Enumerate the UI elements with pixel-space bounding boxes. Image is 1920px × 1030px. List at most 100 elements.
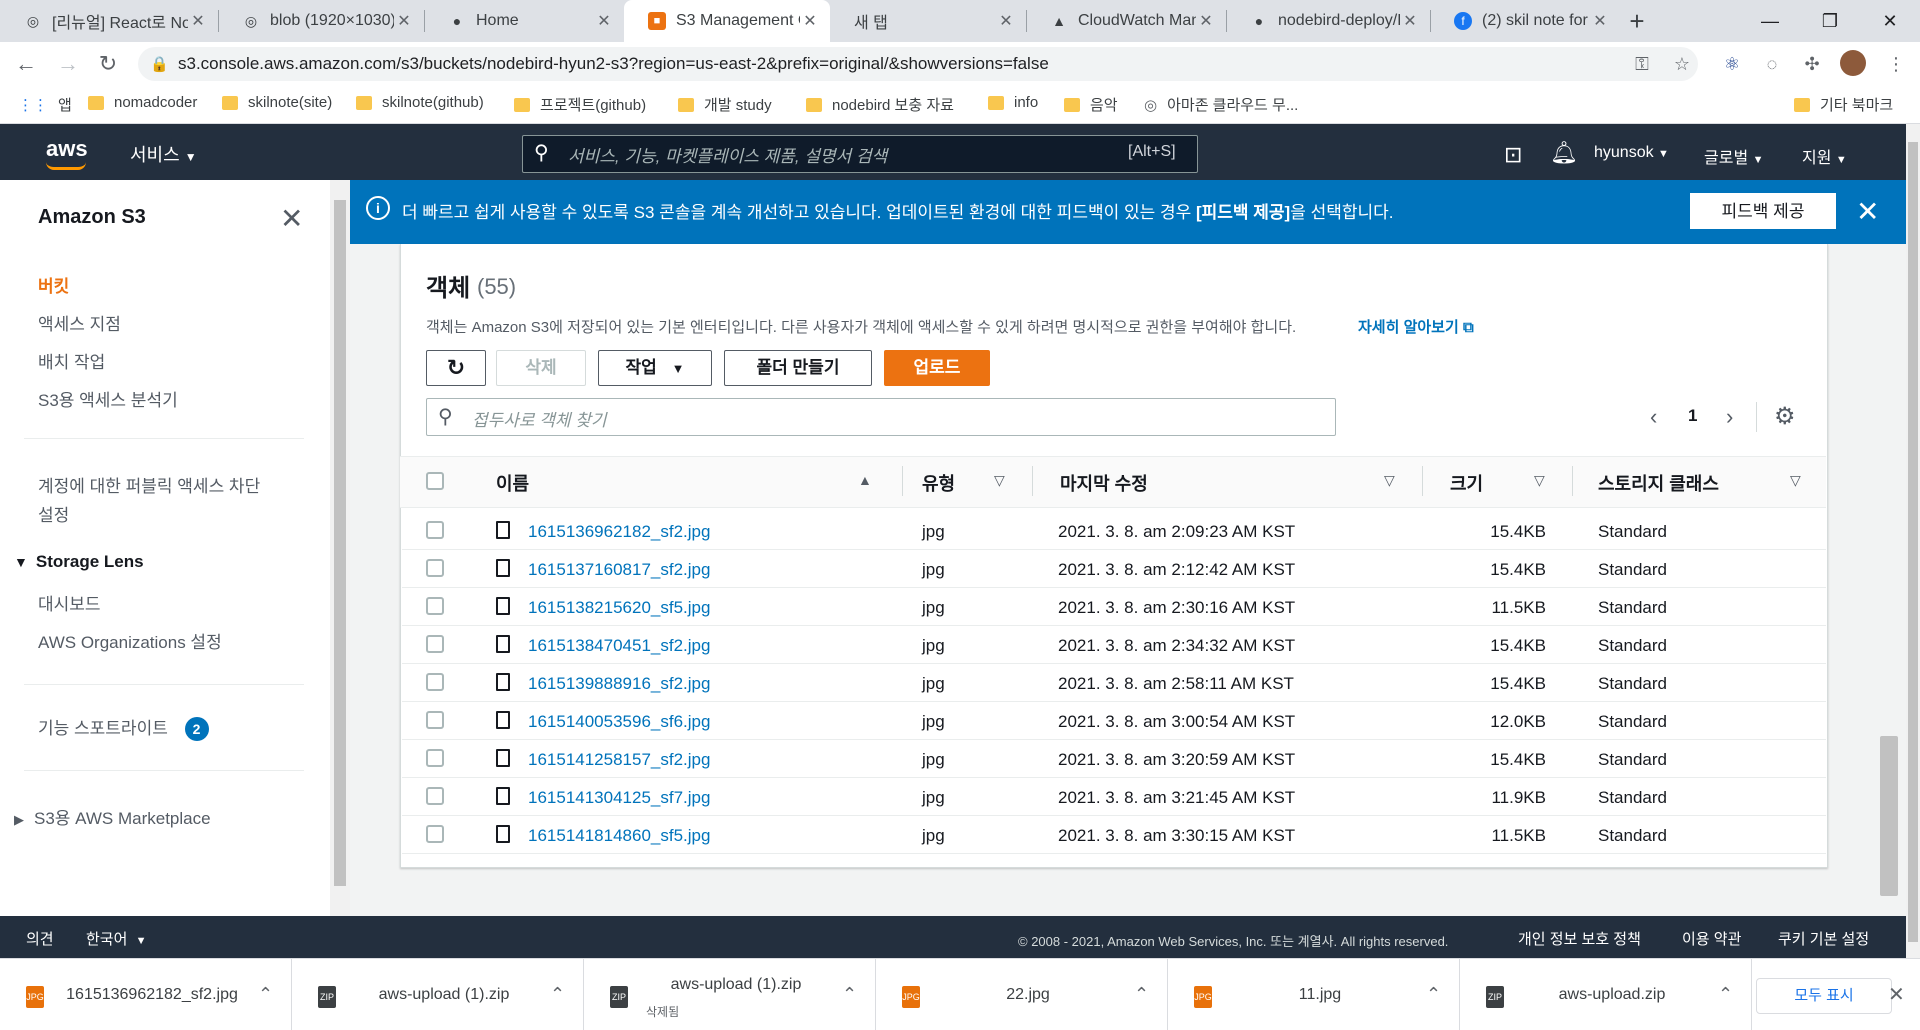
- object-name-link[interactable]: 1615137160817_sf2.jpg: [528, 560, 710, 580]
- privacy-link[interactable]: 개인 정보 보호 정책: [1518, 928, 1641, 949]
- sidebar-item-marketplace[interactable]: ▶ S3용 AWS Marketplace: [14, 804, 211, 829]
- gear-icon[interactable]: ⚙: [1774, 402, 1796, 431]
- object-name-link[interactable]: 1615141258157_sf2.jpg: [528, 750, 710, 770]
- window-close-button[interactable]: ✕: [1860, 0, 1920, 42]
- actions-button[interactable]: 작업 ▼: [598, 350, 712, 386]
- sidebar-item-dashboards[interactable]: 대시보드: [38, 590, 101, 615]
- row-checkbox[interactable]: [426, 559, 444, 577]
- region-menu[interactable]: 글로벌 ▼: [1704, 144, 1764, 168]
- sort-icon[interactable]: ▽: [1534, 472, 1545, 489]
- close-icon[interactable]: ✕: [188, 11, 208, 31]
- browser-tab-3[interactable]: ● Home ✕: [424, 0, 624, 42]
- chevron-left-icon[interactable]: ‹: [1650, 404, 1657, 430]
- sidebar-item-aws-organizations[interactable]: AWS Organizations 설정: [38, 628, 222, 653]
- browser-tab-8[interactable]: f (2) skil note for react ✕: [1430, 0, 1620, 42]
- support-menu[interactable]: 지원 ▼: [1802, 144, 1847, 168]
- object-name-link[interactable]: 1615140053596_sf6.jpg: [528, 712, 710, 732]
- extension-icon[interactable]: ◌: [1758, 50, 1786, 78]
- object-name-link[interactable]: 1615141304125_sf7.jpg: [528, 788, 710, 808]
- feedback-link[interactable]: 의견: [26, 928, 54, 949]
- chevron-up-icon[interactable]: ⌃: [1134, 984, 1149, 1005]
- new-tab-button[interactable]: +: [1622, 6, 1652, 36]
- row-checkbox[interactable]: [426, 635, 444, 653]
- provide-feedback-button[interactable]: 피드백 제공: [1690, 193, 1836, 229]
- row-checkbox[interactable]: [426, 711, 444, 729]
- object-name-link[interactable]: 1615138215620_sf5.jpg: [528, 598, 710, 618]
- bookmark-link[interactable]: ◎ 아마존 클라우드 무...: [1144, 94, 1298, 115]
- column-type[interactable]: 유형: [922, 470, 955, 496]
- close-icon[interactable]: ✕: [1196, 11, 1216, 31]
- row-checkbox[interactable]: [426, 597, 444, 615]
- browser-tab-5[interactable]: 새 탭 ✕: [830, 0, 1026, 42]
- bell-icon[interactable]: 🔔︎: [1550, 140, 1578, 166]
- sort-icon[interactable]: ▽: [1790, 472, 1801, 489]
- bookmark-folder[interactable]: nomadcoder: [88, 94, 197, 111]
- row-checkbox[interactable]: [426, 825, 444, 843]
- delete-button[interactable]: 삭제: [496, 350, 586, 386]
- column-last-modified[interactable]: 마지막 수정: [1060, 470, 1148, 496]
- upload-button[interactable]: 업로드: [884, 350, 990, 386]
- sidebar-section-storage-lens[interactable]: ▼ Storage Lens: [14, 552, 144, 572]
- close-icon[interactable]: ✕: [594, 11, 614, 31]
- services-menu[interactable]: 서비스 ▼: [130, 141, 197, 167]
- sort-icon[interactable]: ▽: [994, 472, 1005, 489]
- bookmark-apps[interactable]: ⋮⋮ 앱: [18, 94, 72, 115]
- sidebar-item-access-analyzer[interactable]: S3용 액세스 분석기: [38, 386, 178, 411]
- forward-arrow-icon[interactable]: →: [54, 50, 82, 78]
- close-icon[interactable]: ✕: [1856, 195, 1879, 228]
- bookmark-folder[interactable]: skilnote(github): [356, 94, 484, 111]
- sidebar-item-access-points[interactable]: 액세스 지점: [38, 310, 121, 335]
- bookmark-folder[interactable]: info: [988, 94, 1038, 111]
- page-scrollbar-thumb[interactable]: [1908, 142, 1918, 942]
- browser-tab-7[interactable]: ● nodebird-deploy/ReactNodeBird ✕: [1226, 0, 1430, 42]
- row-checkbox[interactable]: [426, 749, 444, 767]
- menu-dots-icon[interactable]: ⋮: [1882, 50, 1910, 78]
- profile-avatar[interactable]: [1840, 50, 1866, 76]
- object-name-link[interactable]: 1615141814860_sf5.jpg: [528, 826, 710, 846]
- close-icon[interactable]: ✕: [394, 11, 414, 31]
- close-icon[interactable]: ✕: [996, 11, 1016, 31]
- sidebar-item-block-public-access[interactable]: 계정에 대한 퍼블릭 액세스 차단 설정: [38, 472, 260, 526]
- chevron-right-icon[interactable]: ›: [1726, 404, 1733, 430]
- close-icon[interactable]: ✕: [1888, 982, 1905, 1007]
- show-all-button[interactable]: 모두 표시: [1756, 978, 1892, 1014]
- learn-more-link[interactable]: 자세히 알아보기 ⧉: [1358, 316, 1474, 337]
- chevron-up-icon[interactable]: ⌃: [1718, 984, 1733, 1005]
- refresh-button[interactable]: ↻: [426, 350, 486, 386]
- aws-logo[interactable]: aws: [46, 136, 88, 162]
- chevron-up-icon[interactable]: ⌃: [550, 984, 565, 1005]
- language-selector[interactable]: 한국어 ▼: [86, 928, 146, 949]
- browser-tab-1[interactable]: ◎ [리뉴얼] React로 NodeBird ✕: [0, 0, 218, 42]
- bookmark-folder[interactable]: 음악: [1064, 94, 1118, 115]
- chevron-up-icon[interactable]: ⌃: [258, 984, 273, 1005]
- row-checkbox[interactable]: [426, 787, 444, 805]
- cloudshell-icon[interactable]: ⊡: [1504, 142, 1522, 168]
- close-icon[interactable]: ✕: [1590, 11, 1610, 31]
- row-checkbox[interactable]: [426, 521, 444, 539]
- browser-tab-4-active[interactable]: ■ S3 Management Console ✕: [624, 0, 830, 42]
- lock-icon[interactable]: 🔒: [150, 55, 169, 73]
- url-text[interactable]: s3.console.aws.amazon.com/s3/buckets/nod…: [178, 54, 1049, 74]
- sort-ascending-icon[interactable]: ▲: [858, 472, 872, 488]
- react-devtools-icon[interactable]: ⚛: [1718, 50, 1746, 78]
- user-menu[interactable]: hyunsok ▼: [1594, 144, 1669, 162]
- sidebar-item-buckets[interactable]: 버킷: [38, 272, 69, 297]
- cookie-preferences-link[interactable]: 쿠키 기본 설정: [1778, 928, 1869, 949]
- close-icon[interactable]: ✕: [1400, 11, 1420, 31]
- close-icon[interactable]: ✕: [280, 202, 303, 235]
- bookmark-folder[interactable]: 프로젝트(github): [514, 94, 646, 115]
- key-icon[interactable]: ⚿: [1628, 50, 1656, 78]
- minimize-button[interactable]: —: [1740, 0, 1800, 42]
- chevron-up-icon[interactable]: ⌃: [842, 984, 857, 1005]
- close-icon[interactable]: ✕: [800, 11, 820, 31]
- browser-tab-6[interactable]: ▲ CloudWatch Management ✕: [1026, 0, 1226, 42]
- column-name[interactable]: 이름: [496, 470, 529, 496]
- bookmark-folder[interactable]: skilnote(site): [222, 94, 332, 111]
- sidebar-item-feature-spotlight[interactable]: 기능 스포트라이트 2: [38, 714, 209, 741]
- create-folder-button[interactable]: 폴더 만들기: [724, 350, 872, 386]
- bookmark-star-icon[interactable]: ☆: [1668, 50, 1696, 78]
- row-checkbox[interactable]: [426, 673, 444, 691]
- sidebar-item-batch-operations[interactable]: 배치 작업: [38, 348, 105, 373]
- select-all-checkbox[interactable]: [426, 472, 444, 490]
- content-scrollbar-thumb[interactable]: [1880, 736, 1898, 896]
